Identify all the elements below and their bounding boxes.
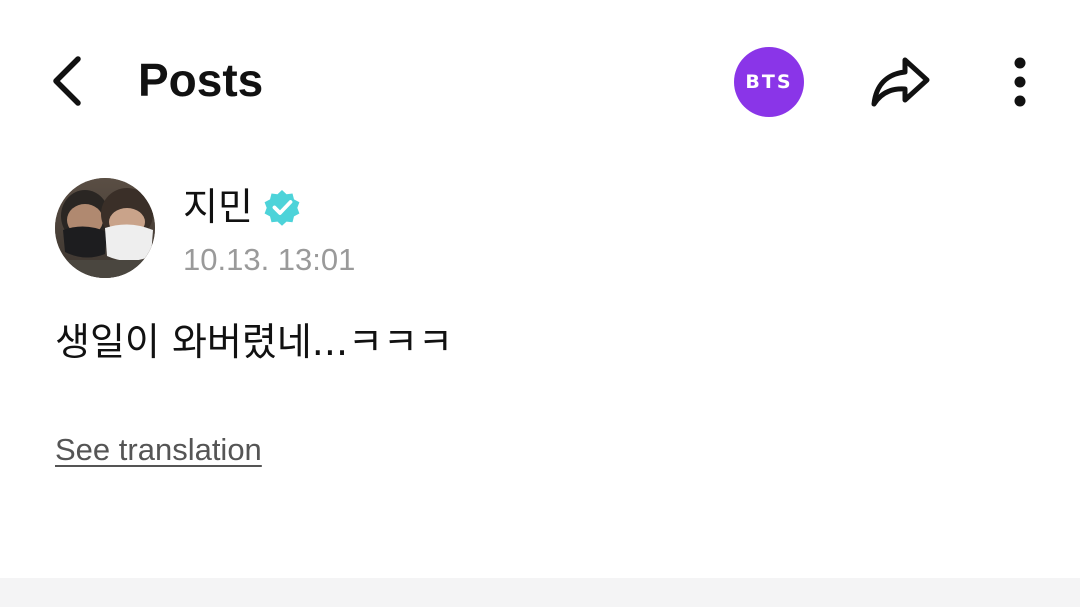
back-button[interactable] (36, 46, 96, 116)
avatar-photo (55, 178, 155, 278)
chevron-left-icon (53, 56, 81, 106)
author-name-row: 지민 (183, 182, 301, 232)
vertical-dots-icon (1014, 57, 1026, 107)
top-app-bar: Posts BTS (0, 0, 1080, 160)
more-options-button[interactable] (996, 46, 1044, 118)
author-avatar[interactable] (55, 178, 155, 278)
author-name[interactable]: 지민 (183, 183, 253, 231)
post-screen: Posts BTS 지민 10.13. 13:01 생일이 와버렸네...ㅋㅋㅋ… (0, 0, 1080, 607)
post-timestamp: 10.13. 13:01 (183, 242, 356, 277)
community-badge-label: BTS (745, 71, 793, 93)
page-title: Posts (138, 54, 264, 106)
see-translation-link[interactable]: See translation (55, 430, 262, 470)
share-button[interactable] (862, 46, 938, 118)
share-arrow-icon (871, 57, 930, 107)
verified-badge-icon (263, 188, 301, 226)
section-divider (0, 578, 1080, 607)
community-badge-button[interactable]: BTS (734, 47, 804, 117)
post-body-text: 생일이 와버렸네...ㅋㅋㅋ (55, 320, 453, 364)
